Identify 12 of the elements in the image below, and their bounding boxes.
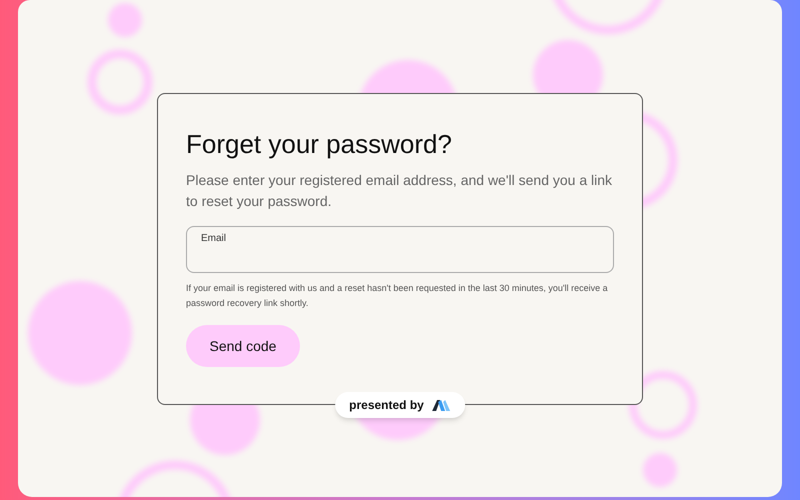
blurred-ring <box>88 50 152 114</box>
blurred-circle <box>108 3 142 37</box>
blurred-circle <box>643 453 677 487</box>
description-text: Please enter your registered email address, and we'll send you a link to reset your password. <box>186 171 614 211</box>
badge-text: presented by <box>349 396 424 414</box>
presented-by-badge[interactable]: presented by <box>335 392 465 418</box>
logo-icon <box>430 398 451 412</box>
card-title: Forget your password? <box>186 128 453 160</box>
helper-text: If your email is registered with us and a reset hasn't been requested in the last 30 minutes, you'll receive a password recovery link shortly. <box>186 282 609 310</box>
email-field[interactable]: Email <box>186 226 614 273</box>
blurred-ring <box>629 371 697 439</box>
send-code-button[interactable]: Send code <box>186 325 300 367</box>
